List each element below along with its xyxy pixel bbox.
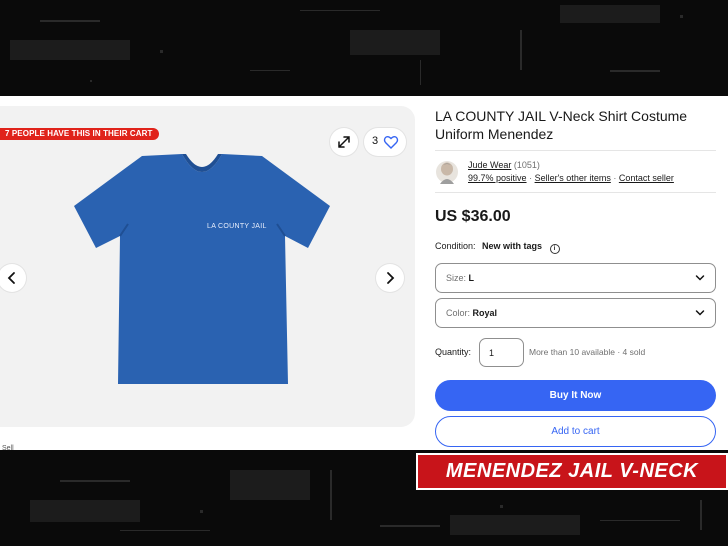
cart-count-badge: 7 PEOPLE HAVE THIS IN THEIR CART [0, 128, 159, 140]
expand-image-button[interactable] [330, 128, 358, 156]
condition-label: Condition: [435, 241, 476, 251]
seller-name-line: Jude Wear (1051) [468, 160, 540, 170]
size-select-label-group: Size: L [446, 273, 474, 283]
buy-it-now-button[interactable]: Buy It Now [435, 380, 716, 411]
image-gallery[interactable]: LA COUNTY JAIL 7 PEOPLE HAVE THIS IN THE… [0, 106, 415, 427]
chevron-left-icon [7, 272, 15, 284]
seller-positive-link[interactable]: 99.7% positive [468, 173, 527, 183]
color-select[interactable]: Color: Royal [435, 298, 716, 328]
partial-text: Sell [2, 445, 14, 452]
expand-icon [338, 136, 350, 148]
seller-feedback-count: (1051) [513, 160, 540, 170]
item-price: US $36.00 [435, 208, 511, 225]
divider [435, 150, 716, 151]
listing-panel: LA COUNTY JAIL 7 PEOPLE HAVE THIS IN THE… [0, 96, 728, 452]
quantity-value: 1 [489, 348, 495, 358]
chevron-down-icon [695, 275, 705, 281]
color-value: Royal [472, 308, 498, 318]
caption-banner: MENENDEZ JAIL V-NECK [416, 453, 728, 490]
color-label: Color: [446, 308, 471, 318]
size-label: Size: [446, 273, 467, 283]
heart-icon [383, 136, 399, 149]
add-to-cart-button[interactable]: Add to cart [435, 416, 716, 447]
quantity-input[interactable]: 1 [479, 338, 524, 367]
quantity-label: Quantity: [435, 347, 472, 357]
listing-title: LA COUNTY JAIL V-Neck Shirt Costume Unif… [435, 108, 688, 142]
condition-row: Condition: New with tags i [435, 241, 560, 254]
availability-text: More than 10 available · 4 sold [529, 347, 646, 357]
separator-dot: · [613, 173, 617, 183]
caption-text: MENENDEZ JAIL V-NECK [445, 460, 699, 482]
condition-value: New with tags [482, 241, 543, 251]
separator-dot: · [529, 173, 533, 183]
divider [435, 192, 716, 193]
next-image-button[interactable] [376, 264, 404, 292]
seller-links-line: 99.7% positive · Seller's other items · … [468, 173, 674, 183]
color-select-label-group: Color: Royal [446, 308, 497, 318]
seller-other-items-link[interactable]: Seller's other items [535, 173, 611, 183]
size-value: L [468, 273, 475, 283]
size-select[interactable]: Size: L [435, 263, 716, 293]
watch-count: 3 [372, 135, 379, 147]
contact-seller-link[interactable]: Contact seller [619, 173, 674, 183]
chevron-down-icon [695, 310, 705, 316]
shirt-print-text: LA COUNTY JAIL [207, 223, 267, 230]
seller-name-link[interactable]: Jude Wear [468, 160, 511, 170]
previous-image-button[interactable] [0, 264, 26, 292]
chevron-right-icon [387, 272, 395, 284]
watch-button[interactable]: 3 [364, 128, 406, 156]
seller-avatar[interactable] [436, 160, 458, 184]
info-icon[interactable]: i [549, 244, 560, 254]
product-image [74, 154, 330, 384]
